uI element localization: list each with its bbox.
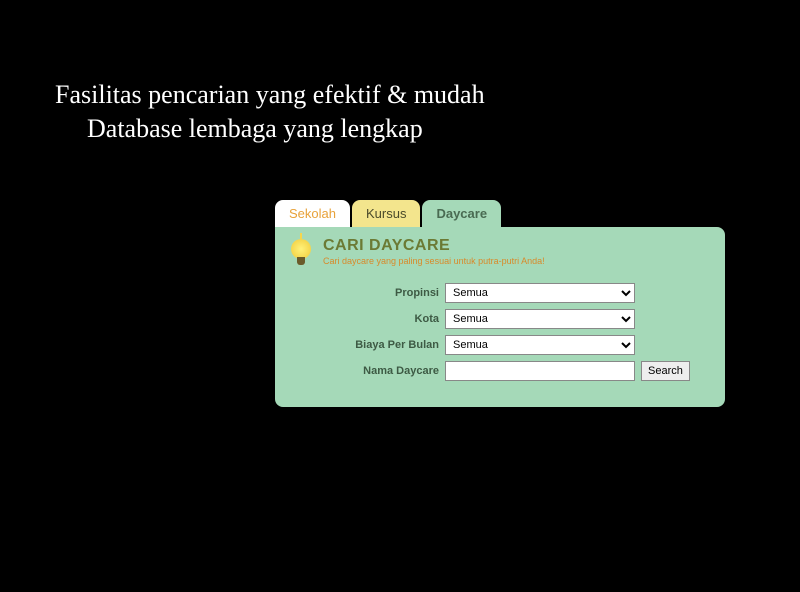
panel-header: CARI DAYCARE Cari daycare yang paling se… xyxy=(287,237,713,273)
title-block: CARI DAYCARE Cari daycare yang paling se… xyxy=(323,237,545,266)
tab-bar: Sekolah Kursus Daycare xyxy=(275,200,725,227)
lightbulb-icon xyxy=(287,239,315,273)
tab-sekolah[interactable]: Sekolah xyxy=(275,200,350,227)
label-nama: Nama Daycare xyxy=(329,365,439,377)
search-panel: CARI DAYCARE Cari daycare yang paling se… xyxy=(275,227,725,407)
label-kota: Kota xyxy=(329,313,439,325)
search-form: Propinsi Semua Kota Semua Biaya Per Bula… xyxy=(287,283,713,381)
label-propinsi: Propinsi xyxy=(329,287,439,299)
headline-line2: Database lembaga yang lengkap xyxy=(87,112,485,146)
row-biaya: Biaya Per Bulan Semua xyxy=(329,335,713,355)
headline-line1: Fasilitas pencarian yang efektif & mudah xyxy=(55,78,485,112)
label-biaya: Biaya Per Bulan xyxy=(329,339,439,351)
panel-subtitle: Cari daycare yang paling sesuai untuk pu… xyxy=(323,256,545,266)
search-widget: Sekolah Kursus Daycare CARI DAYCARE Cari… xyxy=(275,200,725,407)
input-nama-daycare[interactable] xyxy=(445,361,635,381)
select-propinsi[interactable]: Semua xyxy=(445,283,635,303)
panel-title: CARI DAYCARE xyxy=(323,237,545,255)
select-biaya[interactable]: Semua xyxy=(445,335,635,355)
row-kota: Kota Semua xyxy=(329,309,713,329)
row-propinsi: Propinsi Semua xyxy=(329,283,713,303)
slide-headline: Fasilitas pencarian yang efektif & mudah… xyxy=(55,78,485,146)
search-button[interactable]: Search xyxy=(641,361,690,381)
row-nama: Nama Daycare Search xyxy=(329,361,713,381)
tab-daycare[interactable]: Daycare xyxy=(422,200,501,227)
tab-kursus[interactable]: Kursus xyxy=(352,200,420,227)
select-kota[interactable]: Semua xyxy=(445,309,635,329)
